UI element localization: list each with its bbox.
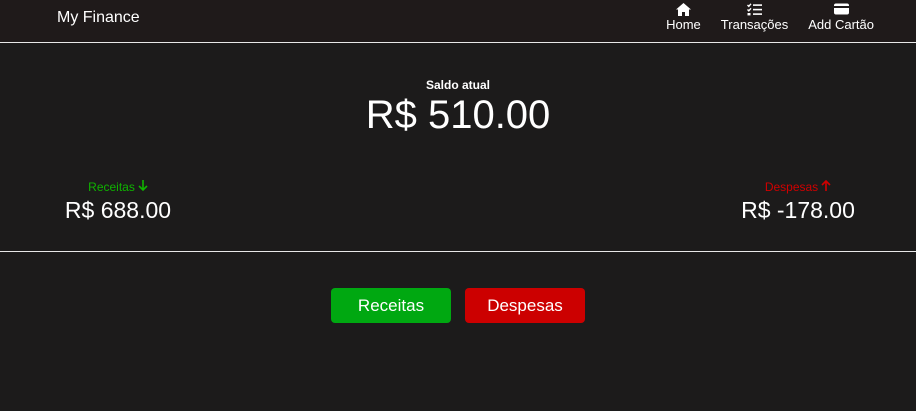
card-icon	[833, 2, 849, 16]
nav-item-transactions-label: Transações	[720, 17, 789, 32]
expense-label-row: Despesas	[764, 179, 831, 194]
expense-summary: Despesas R$ -178.00	[740, 178, 856, 224]
balance-label: Saldo atual	[425, 78, 490, 92]
expense-value: R$ -178.00	[741, 197, 855, 223]
home-icon	[675, 2, 691, 16]
nav-item-add-card-label: Add Cartão	[808, 17, 874, 32]
expense-label: Despesas	[764, 180, 819, 194]
brand-link[interactable]: My Finance	[57, 9, 140, 27]
action-buttons: Receitas Despesas	[0, 288, 916, 323]
checklist-icon	[747, 2, 763, 16]
nav-item-home[interactable]: Home	[666, 2, 701, 32]
nav-menu: Home Transações Add Cartão	[666, 2, 874, 32]
income-summary: Receitas R$ 688.00	[63, 178, 173, 224]
expense-button[interactable]: Despesas	[465, 288, 585, 323]
income-label-row: Receitas	[88, 180, 148, 194]
arrow-down-icon	[138, 180, 148, 194]
income-label: Receitas	[88, 180, 135, 194]
income-value: R$ 688.00	[64, 197, 172, 223]
nav-item-transactions[interactable]: Transações	[721, 2, 788, 32]
arrow-up-icon	[821, 179, 831, 194]
navbar: My Finance Home Transações Add Cartão	[0, 0, 916, 43]
app-page: My Finance Home Transações Add Cartão Sa…	[0, 0, 916, 411]
nav-item-home-label: Home	[666, 17, 701, 32]
nav-item-add-card[interactable]: Add Cartão	[808, 2, 874, 32]
income-button[interactable]: Receitas	[331, 288, 451, 323]
balance-value: R$ 510.00	[365, 93, 551, 137]
balance-summary: Saldo atual R$ 510.00 Receitas R$ 688.00…	[0, 43, 916, 252]
